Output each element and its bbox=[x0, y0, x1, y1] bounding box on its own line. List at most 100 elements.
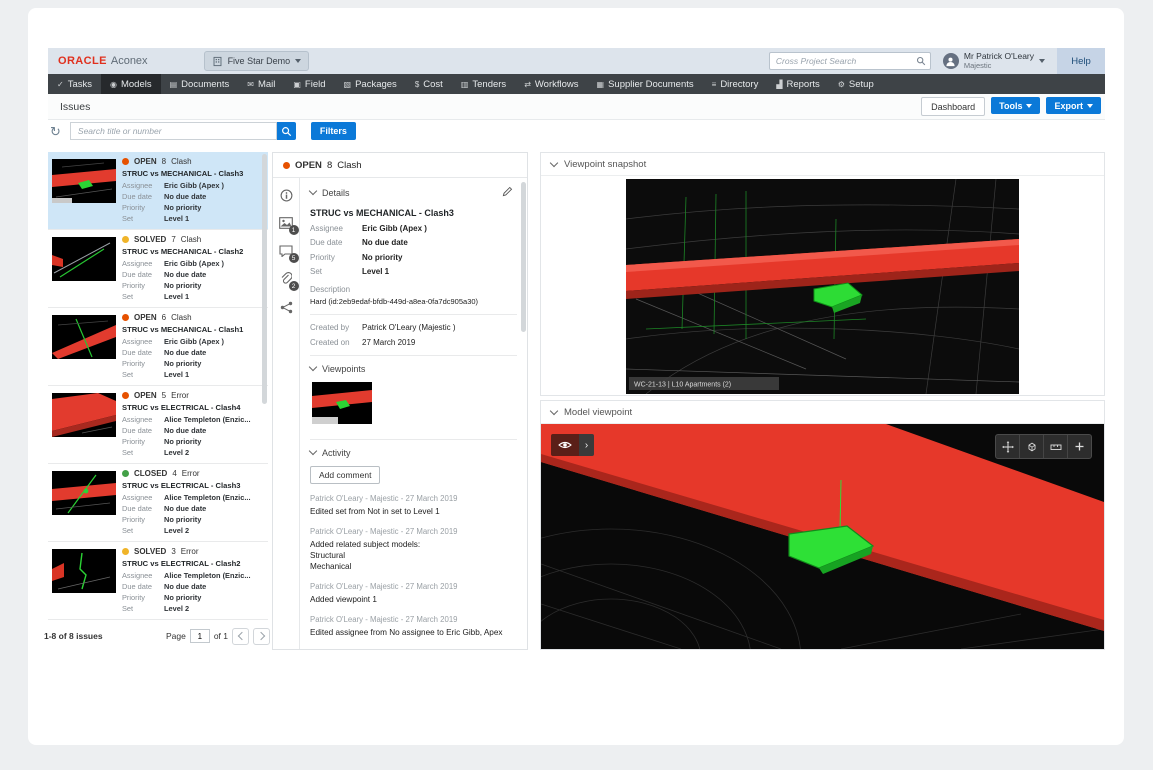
tab-reports[interactable]: ▟ Reports bbox=[767, 74, 828, 94]
brand-logo: ORACLE Aconex bbox=[58, 55, 148, 67]
issue-type: Clash bbox=[171, 313, 192, 322]
tab-directory[interactable]: ≡ Directory bbox=[703, 74, 768, 94]
comments-count-badge: 5 bbox=[288, 253, 299, 263]
packages-icon: ▧ bbox=[343, 79, 352, 89]
field-value: No due date bbox=[164, 426, 207, 435]
activity-meta: Patrick O'Leary - Majestic - 27 March 20… bbox=[310, 493, 458, 503]
issue-list-item[interactable]: OPEN 6 Clash STRUC vs MECHANICAL - Clash1 … bbox=[48, 308, 268, 386]
viewpoints-section-header[interactable]: Viewpoints bbox=[308, 362, 517, 374]
related-models-icon[interactable] bbox=[279, 300, 294, 314]
status-dot bbox=[122, 548, 129, 555]
issue-title: STRUC vs MECHANICAL - Clash3 bbox=[122, 169, 244, 178]
detail-scrollbar[interactable] bbox=[521, 182, 526, 332]
model-viewpoint-header[interactable]: Model viewpoint bbox=[541, 401, 1104, 424]
previous-page-button[interactable] bbox=[232, 627, 249, 645]
screen: ORACLE Aconex Five Star Demo Mr Patrick … bbox=[0, 0, 1153, 770]
issue-number: 8 bbox=[326, 159, 333, 171]
issue-thumbnail bbox=[52, 315, 116, 359]
tab-documents[interactable]: ▤ Documents bbox=[161, 74, 239, 94]
expand-toolbar-button[interactable]: › bbox=[579, 434, 594, 456]
chevron-down-icon bbox=[308, 186, 318, 196]
export-button[interactable]: Export bbox=[1046, 97, 1101, 114]
search-button[interactable] bbox=[276, 122, 296, 140]
tab-supplier-documents[interactable]: ▦ Supplier Documents bbox=[588, 74, 703, 94]
issue-search-input[interactable] bbox=[75, 125, 276, 137]
tools-button[interactable]: Tools bbox=[991, 97, 1041, 114]
activity-meta: Patrick O'Leary - Majestic - 27 March 20… bbox=[310, 526, 458, 536]
info-icon[interactable] bbox=[279, 188, 294, 202]
main-nav: ✓ Tasks ◉ Models ▤ Documents ✉ Mail ▣ Field ▧… bbox=[48, 74, 1105, 94]
details-section-header[interactable]: Details bbox=[308, 186, 517, 199]
status-dot bbox=[122, 392, 129, 399]
tab-label: Packages bbox=[355, 78, 397, 90]
pan-tool-button[interactable] bbox=[996, 435, 1019, 458]
issue-list-item[interactable]: SOLVED 7 Clash STRUC vs MECHANICAL - Clash… bbox=[48, 230, 268, 308]
page-number-input[interactable] bbox=[189, 629, 210, 643]
comments-icon[interactable]: 5 bbox=[279, 244, 299, 263]
visibility-eye-button[interactable] bbox=[551, 434, 579, 456]
field-value: Level 2 bbox=[164, 526, 190, 535]
filters-button[interactable]: Filters bbox=[310, 122, 356, 140]
cross-project-search-input[interactable] bbox=[773, 55, 916, 67]
issue-list-item[interactable]: SOLVED 3 Error STRUC vs ELECTRICAL - Clash… bbox=[48, 542, 268, 620]
section-title: Model viewpoint bbox=[564, 406, 633, 418]
activity-entry: Patrick O'Leary - Majestic - 27 March 20… bbox=[310, 494, 517, 517]
field-label: Set bbox=[122, 604, 134, 613]
field-label: Assignee bbox=[122, 337, 153, 346]
page-title: Issues bbox=[60, 100, 91, 113]
zoom-in-button[interactable] bbox=[1067, 435, 1091, 458]
field-value: Alice Templeton (Enzic... bbox=[164, 415, 251, 424]
refresh-icon[interactable]: ↻ bbox=[50, 125, 61, 138]
building-icon bbox=[213, 56, 222, 66]
list-scrollbar[interactable] bbox=[262, 154, 267, 404]
attachments-icon[interactable]: 2 bbox=[279, 272, 299, 291]
project-selector[interactable]: Five Star Demo bbox=[203, 51, 310, 71]
mail-icon: ✉ bbox=[247, 79, 254, 89]
field-value: Level 1 bbox=[164, 370, 190, 379]
issue-list-item[interactable]: OPEN 8 Clash STRUC vs MECHANICAL - Clash3 … bbox=[48, 152, 268, 230]
field-label: Priority bbox=[122, 203, 145, 212]
add-comment-button[interactable]: Add comment bbox=[310, 465, 381, 484]
field-label: Assignee bbox=[122, 493, 153, 502]
cube-view-button[interactable] bbox=[1019, 435, 1043, 458]
viewpoints-icon[interactable]: 1 bbox=[279, 216, 299, 235]
tab-field[interactable]: ▣ Field bbox=[284, 74, 334, 94]
measure-tool-button[interactable] bbox=[1043, 435, 1067, 458]
issue-status: SOLVED bbox=[134, 547, 167, 556]
field-value: Alice Templeton (Enzic... bbox=[164, 571, 251, 580]
edit-pencil-icon[interactable] bbox=[502, 186, 513, 199]
cost-icon: $ bbox=[414, 79, 420, 89]
tab-mail[interactable]: ✉ Mail bbox=[238, 74, 284, 94]
dashboard-button[interactable]: Dashboard bbox=[921, 97, 986, 116]
help-button[interactable]: Help bbox=[1057, 48, 1105, 74]
tab-setup[interactable]: ⚙ Setup bbox=[829, 74, 883, 94]
field-label: Created by bbox=[310, 323, 350, 332]
user-menu[interactable]: Mr Patrick O'Leary Majestic bbox=[942, 51, 1045, 70]
issue-list-item[interactable]: OPEN 5 Error STRUC vs ELECTRICAL - Clash4 … bbox=[48, 386, 268, 464]
issue-list-toolbar: ↻ Filters bbox=[48, 121, 356, 141]
tab-tasks[interactable]: ✓ Tasks bbox=[48, 74, 101, 94]
snapshot-caption: WC-21-13 | L10 Apartments (2) bbox=[634, 382, 731, 389]
viewpoint-snapshot-header[interactable]: Viewpoint snapshot bbox=[541, 153, 1104, 176]
next-page-button[interactable] bbox=[253, 627, 270, 645]
section-title: Activity bbox=[322, 447, 351, 458]
issue-number: 8 bbox=[161, 157, 167, 166]
viewpoint-thumbnail[interactable] bbox=[312, 381, 372, 424]
tab-models[interactable]: ◉ Models bbox=[101, 74, 161, 94]
detail-body: Details STRUC vs MECHANICAL - Clash3 Ass… bbox=[300, 178, 527, 649]
divider bbox=[310, 314, 517, 315]
tasks-check-icon: ✓ bbox=[57, 79, 64, 89]
tab-label: Cost bbox=[423, 78, 443, 90]
issue-title: STRUC vs ELECTRICAL - Clash3 bbox=[122, 481, 241, 490]
tab-tenders[interactable]: ▥ Tenders bbox=[452, 74, 515, 94]
field-label: Priority bbox=[310, 252, 335, 262]
tab-packages[interactable]: ▧ Packages bbox=[335, 74, 406, 94]
issue-list-item[interactable]: CLOSED 4 Error STRUC vs ELECTRICAL - Clash… bbox=[48, 464, 268, 542]
tab-workflows[interactable]: ⇄ Workflows bbox=[515, 74, 587, 94]
activity-section-header[interactable]: Activity bbox=[308, 446, 517, 458]
search-icon[interactable] bbox=[916, 56, 926, 66]
issue-thumbnail bbox=[52, 159, 116, 203]
tab-cost[interactable]: $ Cost bbox=[406, 74, 452, 94]
tab-label: Supplier Documents bbox=[608, 78, 694, 90]
tab-label: Tasks bbox=[67, 78, 92, 90]
